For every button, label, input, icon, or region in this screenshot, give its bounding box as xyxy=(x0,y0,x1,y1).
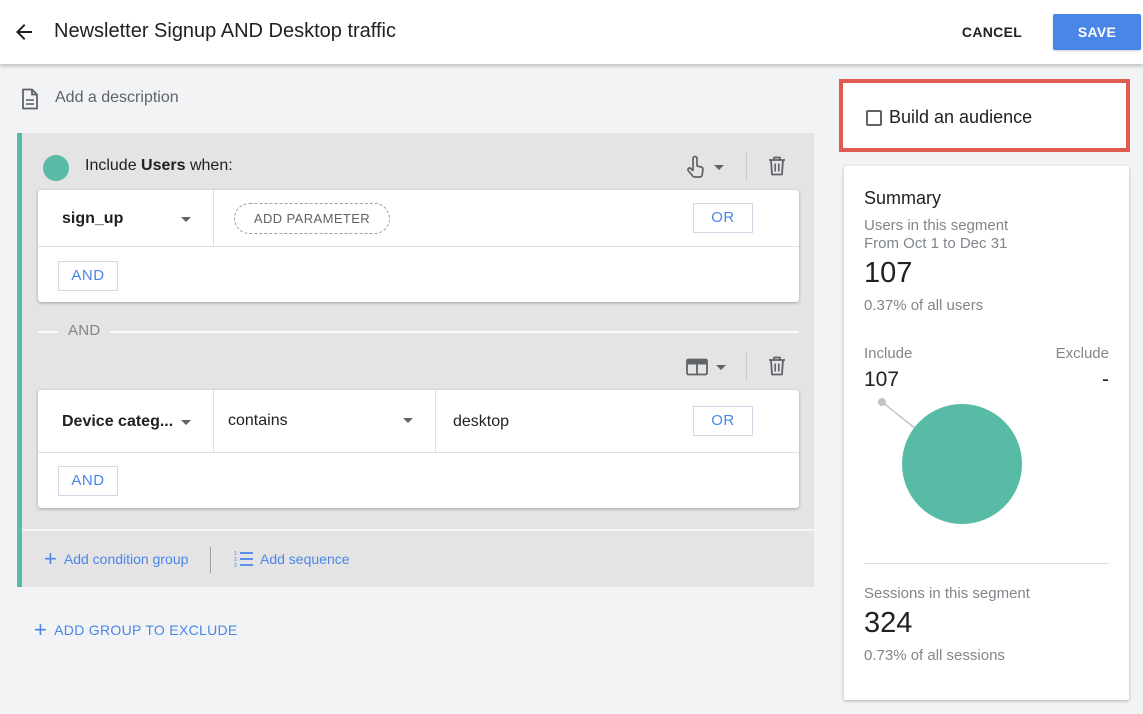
arrow-left-icon[interactable] xyxy=(12,20,36,44)
plus-icon: + xyxy=(34,617,48,642)
users-count: 107 xyxy=(864,257,913,289)
condition-scope-select[interactable] xyxy=(686,353,726,381)
operator-select[interactable]: contains xyxy=(214,390,436,452)
description-input[interactable]: Add a description xyxy=(55,89,179,107)
include-suffix: when: xyxy=(185,157,233,174)
and-divider-label: AND xyxy=(68,322,101,339)
numbered-list-icon: 1 2 3 xyxy=(234,551,253,568)
group-indicator-dot xyxy=(43,155,69,181)
dimension-select[interactable]: sign_up xyxy=(38,190,214,247)
add-group-to-exclude-label: ADD GROUP TO EXCLUDE xyxy=(54,622,238,638)
include-condition-group: Include Users when: sign_up ADD PARAMETE… xyxy=(17,133,814,587)
or-button[interactable]: OR xyxy=(693,203,753,233)
exclude-label: Exclude xyxy=(1055,345,1109,362)
chevron-down-icon xyxy=(403,418,413,423)
and-divider: AND xyxy=(38,322,799,339)
include-label: Include Users when: xyxy=(85,157,233,175)
sessions-percentage: 0.73% of all sessions xyxy=(864,647,1005,664)
divider xyxy=(22,529,814,531)
save-button[interactable]: SAVE xyxy=(1053,14,1141,50)
or-button[interactable]: OR xyxy=(693,406,753,436)
divider xyxy=(746,153,747,181)
add-sequence-label: Add sequence xyxy=(260,551,350,567)
divider xyxy=(864,563,1109,564)
include-prefix: Include xyxy=(85,157,142,174)
add-parameter-button[interactable]: ADD PARAMETER xyxy=(234,203,390,234)
include-scope: Users xyxy=(141,157,186,174)
and-button[interactable]: AND xyxy=(58,261,118,291)
top-bar: Newsletter Signup AND Desktop traffic CA… xyxy=(0,0,1143,64)
add-group-to-exclude-button[interactable]: + ADD GROUP TO EXCLUDE xyxy=(34,617,238,642)
and-button[interactable]: AND xyxy=(58,466,118,496)
value-input[interactable]: desktop xyxy=(453,413,509,431)
session-card-icon xyxy=(686,358,708,376)
segment-pie-chart xyxy=(878,398,1022,524)
dimension-value: Device categ... xyxy=(62,413,174,430)
date-range: From Oct 1 to Dec 31 xyxy=(864,235,1008,252)
chevron-down-icon xyxy=(181,217,191,222)
plus-icon: + xyxy=(44,546,57,571)
condition-card-2: Device categ... contains desktop OR AND xyxy=(38,390,799,508)
divider xyxy=(746,353,747,381)
add-condition-group-label: Add condition group xyxy=(63,551,189,567)
summary-title: Summary xyxy=(864,188,942,208)
summary-panel: Summary Users in this segment From Oct 1… xyxy=(844,166,1129,700)
cancel-button[interactable]: CANCEL xyxy=(952,14,1032,50)
condition-row: Device categ... contains desktop OR xyxy=(38,390,799,453)
sessions-in-segment-label: Sessions in this segment xyxy=(864,585,1030,602)
condition-card-1: sign_up ADD PARAMETER OR AND xyxy=(38,190,799,302)
sessions-count: 324 xyxy=(864,607,913,639)
build-audience-box: Build an audience xyxy=(839,79,1130,152)
page-title: Newsletter Signup AND Desktop traffic xyxy=(54,20,397,42)
chevron-down-icon xyxy=(714,164,724,170)
users-in-segment-label: Users in this segment xyxy=(864,217,1009,234)
document-icon xyxy=(22,88,38,110)
build-audience-checkbox[interactable] xyxy=(866,110,882,126)
add-condition-group-button[interactable]: + Add condition group xyxy=(44,546,189,571)
dimension-value: sign_up xyxy=(62,210,124,227)
include-label: Include xyxy=(864,345,913,362)
dimension-select[interactable]: Device categ... xyxy=(38,390,214,452)
divider xyxy=(210,547,211,573)
pie-leader-dot xyxy=(878,398,886,406)
pie-slice-include xyxy=(902,404,1022,524)
pie-leader-line xyxy=(881,401,917,430)
users-percentage: 0.37% of all users xyxy=(864,297,984,314)
divider-line xyxy=(110,331,799,333)
touch-hand-icon xyxy=(687,155,704,178)
chevron-down-icon xyxy=(181,420,191,425)
operator-value: contains xyxy=(228,412,288,429)
divider-line xyxy=(38,331,58,333)
condition-row: sign_up ADD PARAMETER OR xyxy=(38,190,799,247)
condition-scope-select[interactable] xyxy=(686,153,724,181)
add-sequence-button[interactable]: 1 2 3 Add sequence xyxy=(234,549,350,569)
trash-icon[interactable] xyxy=(768,356,786,376)
trash-icon[interactable] xyxy=(768,156,786,176)
chevron-down-icon xyxy=(716,364,726,370)
build-audience-label[interactable]: Build an audience xyxy=(889,107,1032,128)
svg-text:3: 3 xyxy=(234,563,237,568)
